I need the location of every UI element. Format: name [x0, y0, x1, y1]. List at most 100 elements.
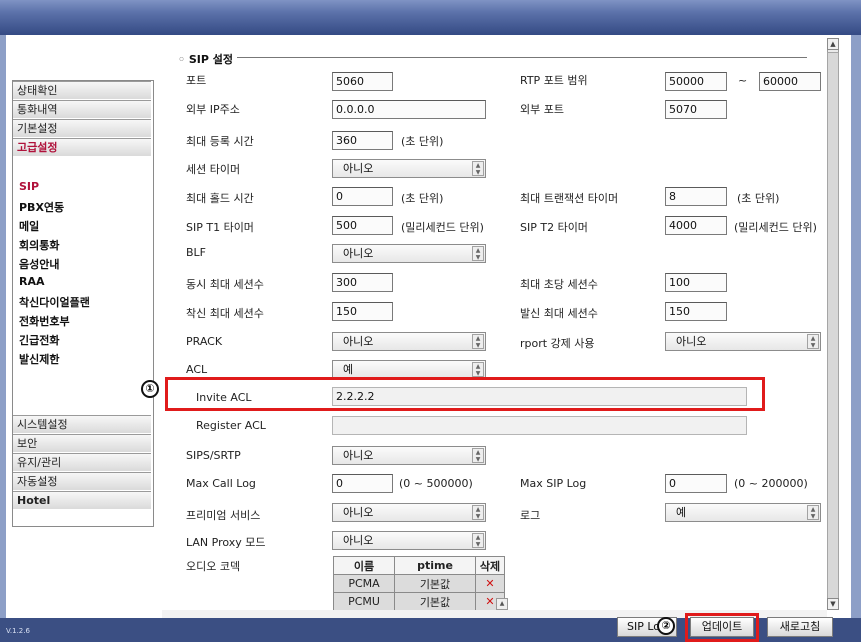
blf-select[interactable]: 아니오 ▲ ▼ — [332, 244, 486, 263]
sidebar-sub-restriction[interactable]: 발신제한 — [19, 351, 59, 367]
scroll-down-icon[interactable]: ▼ — [827, 598, 839, 610]
max-hold-label: 최대 홀드 시간 — [186, 192, 254, 205]
port-label: 포트 — [186, 74, 207, 87]
sidebar-sub-conference[interactable]: 회의통화 — [19, 237, 59, 253]
sidebar-sub-raa[interactable]: RAA — [19, 275, 45, 288]
frame-left — [0, 35, 6, 618]
top-banner — [0, 0, 861, 35]
scroll-up-icon[interactable]: ▲ — [827, 38, 839, 50]
rport-select[interactable]: 아니오 ▲ ▼ — [665, 332, 821, 351]
dropdown-arrows-icon: ▲ ▼ — [472, 334, 484, 349]
lan-proxy-label: LAN Proxy 모드 — [186, 536, 266, 549]
sidebar-item-security[interactable]: 보안 — [13, 434, 151, 452]
in-max-label: 착신 최대 세션수 — [186, 307, 264, 320]
sidebar-item-hotel[interactable]: Hotel — [13, 491, 151, 509]
max-reg-unit: (초 단위) — [401, 135, 444, 148]
codec-name: PCMU — [333, 592, 395, 611]
sidebar-item-auto-settings[interactable]: 자동설정 — [13, 472, 151, 490]
out-max-input[interactable]: 150 — [665, 302, 727, 321]
session-timer-select[interactable]: 아니오 ▲ ▼ — [332, 159, 486, 178]
max-hold-input[interactable]: 0 — [332, 187, 393, 206]
rtp-to-input[interactable]: 60000 — [759, 72, 821, 91]
register-acl-input[interactable] — [332, 416, 747, 435]
annotation-highlight-invite-acl — [165, 377, 765, 411]
in-max-input[interactable]: 150 — [332, 302, 393, 321]
t1-input[interactable]: 500 — [332, 216, 393, 235]
table-row: PCMA 기본값 ✕ — [333, 574, 505, 593]
annotation-marker-2: ② — [657, 617, 675, 635]
max-call-log-range: (0 ~ 500000) — [399, 477, 473, 490]
ext-port-input[interactable]: 5070 — [665, 100, 727, 119]
sidebar-item-advanced-settings[interactable]: 고급설정 — [13, 138, 151, 156]
frame-right — [851, 35, 861, 618]
delete-icon[interactable]: ✕ — [475, 574, 505, 593]
sidebar-sub-emergency[interactable]: 긴급전화 — [19, 332, 59, 348]
acl-label: ACL — [186, 363, 208, 376]
sidebar-sub-phonebook[interactable]: 전화번호부 — [19, 313, 70, 329]
session-timer-label: 세션 타이머 — [186, 163, 241, 176]
rtp-from-input[interactable]: 50000 — [665, 72, 727, 91]
premium-label: 프리미엄 서비스 — [186, 509, 261, 522]
codec-table: 이름 ptime 삭제 PCMA 기본값 ✕ PCMU 기본값 ✕ — [333, 556, 505, 611]
section-divider — [232, 57, 807, 58]
port-input[interactable]: 5060 — [332, 72, 393, 91]
max-per-sec-input[interactable]: 100 — [665, 273, 727, 292]
max-sessions-input[interactable]: 300 — [332, 273, 393, 292]
t2-input[interactable]: 4000 — [665, 216, 727, 235]
sidebar-sub-pbx[interactable]: PBX연동 — [19, 199, 64, 215]
sidebar-item-status[interactable]: 상태확인 — [13, 81, 151, 99]
max-call-log-input[interactable]: 0 — [332, 474, 393, 493]
premium-select[interactable]: 아니오 ▲ ▼ — [332, 503, 486, 522]
sidebar-sub-mail[interactable]: 메일 — [19, 218, 39, 234]
move-up-icon[interactable]: ▲ — [496, 598, 508, 610]
t2-unit: (밀리세컨드 단위) — [734, 221, 817, 234]
refresh-button[interactable]: 새로고침 — [767, 617, 833, 637]
codec-name: PCMA — [333, 574, 395, 593]
register-acl-label: Register ACL — [196, 419, 266, 432]
codec-label: 오디오 코덱 — [186, 560, 241, 573]
section-title: ◦ SIP 설정 — [174, 51, 238, 67]
t1-label: SIP T1 타이머 — [186, 221, 254, 234]
sidebar: 상태확인 통화내역 기본설정 고급설정 SIP PBX연동 메일 회의통화 음성… — [12, 80, 154, 527]
codec-ptime: 기본값 — [394, 574, 476, 593]
ext-ip-label: 외부 IP주소 — [186, 103, 240, 116]
max-trans-unit: (초 단위) — [737, 192, 780, 205]
bullet-icon: ◦ — [178, 53, 189, 66]
sidebar-sub-dialplan[interactable]: 착신다이얼플랜 — [19, 294, 90, 310]
dropdown-arrows-icon: ▲ ▼ — [472, 505, 484, 520]
annotation-highlight-update — [685, 613, 759, 642]
codec-ptime: 기본값 — [394, 592, 476, 611]
lan-proxy-select[interactable]: 아니오 ▲ ▼ — [332, 531, 486, 550]
sidebar-item-maintenance[interactable]: 유지/관리 — [13, 453, 151, 471]
table-row: PCMU 기본값 ✕ — [333, 592, 505, 611]
codec-header-name: 이름 — [333, 556, 395, 575]
sidebar-item-system-settings[interactable]: 시스템설정 — [13, 415, 151, 433]
codec-header-delete: 삭제 — [475, 556, 505, 575]
max-trans-input[interactable]: 8 — [665, 187, 727, 206]
dropdown-arrows-icon: ▲ ▼ — [807, 505, 819, 520]
t1-unit: (밀리세컨드 단위) — [401, 221, 484, 234]
prack-select[interactable]: 아니오 ▲ ▼ — [332, 332, 486, 351]
rtp-range-label: RTP 포트 범위 — [520, 74, 588, 87]
max-reg-input[interactable]: 360 — [332, 131, 393, 150]
max-reg-label: 최대 등록 시간 — [186, 135, 254, 148]
rport-label: rport 강제 사용 — [520, 337, 595, 350]
dropdown-arrows-icon: ▲ ▼ — [472, 533, 484, 548]
sidebar-sub-sip[interactable]: SIP — [19, 180, 39, 193]
dropdown-arrows-icon: ▲ ▼ — [472, 448, 484, 463]
sips-select[interactable]: 아니오 ▲ ▼ — [332, 446, 486, 465]
dropdown-arrows-icon: ▲ ▼ — [472, 362, 484, 377]
log-label: 로그 — [520, 509, 541, 522]
log-select[interactable]: 예 ▲ ▼ — [665, 503, 821, 522]
annotation-marker-1: ① — [141, 380, 159, 398]
codec-header-ptime: ptime — [394, 556, 476, 575]
sidebar-item-call-history[interactable]: 통화내역 — [13, 100, 151, 118]
max-sip-log-input[interactable]: 0 — [665, 474, 727, 493]
ext-port-label: 외부 포트 — [520, 103, 564, 116]
prack-label: PRACK — [186, 335, 223, 348]
max-sessions-label: 동시 최대 세션수 — [186, 278, 264, 291]
ext-ip-input[interactable]: 0.0.0.0 — [332, 100, 486, 119]
scrollbar-thumb[interactable] — [827, 52, 839, 600]
sidebar-item-basic-settings[interactable]: 기본설정 — [13, 119, 151, 137]
sidebar-sub-voice-guide[interactable]: 음성안내 — [19, 256, 59, 272]
